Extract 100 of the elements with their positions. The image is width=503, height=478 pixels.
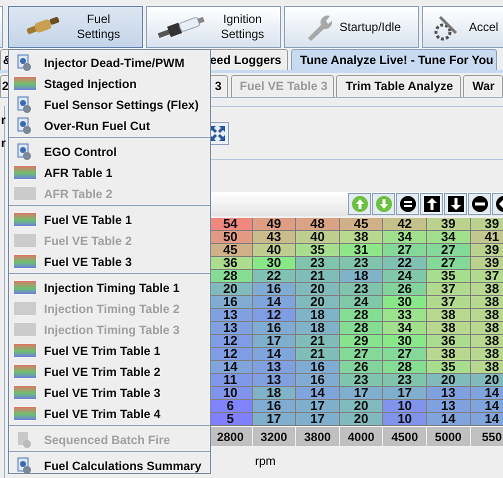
settings-document-icon xyxy=(15,430,33,448)
table-cell: 35 xyxy=(296,244,340,257)
heatmap-icon xyxy=(14,77,36,90)
menu-item[interactable]: Fuel VE Trim Table 1 xyxy=(9,340,210,361)
table-cell: 48 xyxy=(296,218,340,231)
table-cell: 39 xyxy=(426,218,471,231)
toolbar-button[interactable]: Ignition Settings xyxy=(146,6,281,48)
table-cell: 14 xyxy=(252,348,296,361)
table-cell: 30 xyxy=(252,257,296,270)
column-header: 3200 xyxy=(252,426,296,446)
tool-button[interactable] xyxy=(468,193,491,215)
menu-item[interactable]: AFR Table 1 xyxy=(9,162,210,183)
table-cell: 27 xyxy=(426,257,471,270)
table-cell: 49 xyxy=(252,218,296,231)
table-cell: 20 xyxy=(340,400,384,413)
table-cell: 16 xyxy=(296,361,340,374)
table-cell: 37 xyxy=(470,270,503,283)
table-cell: 23 xyxy=(340,283,384,296)
heatmap-icon xyxy=(14,281,36,294)
table-cell: 38 xyxy=(470,335,503,348)
table-cell: 28 xyxy=(340,309,384,322)
heatmap-icon xyxy=(14,365,36,378)
table-cell: 24 xyxy=(383,270,427,283)
table-cell: 34 xyxy=(383,322,427,335)
heatmap-icon xyxy=(14,386,36,399)
table-cell: 27 xyxy=(383,244,427,257)
table-cell: 16 xyxy=(252,322,296,335)
table-cell: 13 xyxy=(426,387,471,400)
table-cell: 38 xyxy=(340,231,384,244)
menu-item[interactable]: Fuel VE Table 3 xyxy=(9,251,210,272)
equals-icon xyxy=(398,195,416,213)
heatmap-icon xyxy=(14,166,36,179)
field-label: r xyxy=(1,137,6,150)
table-cell: 11 xyxy=(209,374,253,387)
table-cell: 38 xyxy=(470,348,503,361)
table-cell: 42 xyxy=(383,218,427,231)
menu-item[interactable]: Fuel VE Trim Table 3 xyxy=(9,382,210,403)
table-cell: 34 xyxy=(383,231,427,244)
toolbar-button[interactable]: Startup/Idle xyxy=(284,6,419,48)
table-cell: 14 xyxy=(252,296,296,309)
table-cell: 18 xyxy=(252,387,296,400)
down-circle-icon xyxy=(374,195,392,213)
table-cell: 20 xyxy=(296,283,340,296)
table-cell: 18 xyxy=(296,322,340,335)
menu-item[interactable]: Fuel Sensor Settings (Flex) xyxy=(9,94,210,115)
table-cell: 12 xyxy=(252,309,296,322)
tool-button[interactable] xyxy=(420,193,443,215)
menu-item[interactable]: Fuel Calculations Summary xyxy=(9,455,210,476)
table-cell: 39 xyxy=(470,244,503,257)
column-header: 4000 xyxy=(340,426,382,446)
table-cell: 38 xyxy=(470,309,503,322)
table-cell: 26 xyxy=(383,283,427,296)
tool-button[interactable] xyxy=(396,193,419,215)
table-cell: 45 xyxy=(340,218,384,231)
table-cell: 27 xyxy=(340,348,384,361)
table-cell: 40 xyxy=(252,244,296,257)
table-cell: 17 xyxy=(296,400,340,413)
table-cell: 38 xyxy=(470,296,503,309)
table-cell: 39 xyxy=(470,218,503,231)
menu-item[interactable]: Fuel VE Trim Table 2 xyxy=(9,361,210,382)
tab[interactable]: Tune Analyze Live! - Tune For You xyxy=(291,49,497,70)
menu-item[interactable]: Fuel VE Table 1 xyxy=(9,209,210,230)
table-cell: 28 xyxy=(209,270,253,283)
table-cell: 21 xyxy=(296,348,340,361)
table-cell: 36 xyxy=(209,257,253,270)
table-cell: 10 xyxy=(383,413,427,426)
table-cell: 24 xyxy=(340,296,384,309)
table-cell: 38 xyxy=(470,361,503,374)
table-cell: 27 xyxy=(383,348,427,361)
toolbar-button[interactable]: Fuel Settings xyxy=(8,6,143,48)
column-header: 3800 xyxy=(296,426,339,446)
tab[interactable]: Trim Table Analyze xyxy=(336,75,462,97)
table-cell: 18 xyxy=(296,309,340,322)
table-cell: 37 xyxy=(426,296,471,309)
table-cell: 5 xyxy=(209,413,253,426)
toolbar-button[interactable]: Accel xyxy=(422,6,503,48)
table-cell: 30 xyxy=(383,296,427,309)
menu-item[interactable]: Fuel VE Trim Table 4 xyxy=(9,403,210,424)
table-cell: 12 xyxy=(209,335,253,348)
table-cell: 16 xyxy=(296,374,340,387)
menu-item[interactable]: Over-Run Fuel Cut xyxy=(9,115,210,136)
menu-item[interactable]: Staged Injection xyxy=(9,73,210,94)
heatmap-icon xyxy=(14,234,36,247)
axis-label: rpm xyxy=(255,454,276,468)
table-cell: 33 xyxy=(383,309,427,322)
table-cell: 12 xyxy=(209,348,253,361)
table-cell: 38 xyxy=(470,283,503,296)
up-circle-icon xyxy=(350,195,368,213)
menu-item[interactable]: EGO Control xyxy=(9,141,210,162)
table-cell: 14 xyxy=(296,387,340,400)
table-cell: 40 xyxy=(296,231,340,244)
tool-button[interactable] xyxy=(444,193,467,215)
tab[interactable]: War xyxy=(463,75,503,97)
table-cell: 10 xyxy=(209,387,253,400)
table-cell: 17 xyxy=(296,413,340,426)
table-cell: 14 xyxy=(470,387,503,400)
menu-item[interactable]: Injection Timing Table 1 xyxy=(9,277,210,298)
minus-icon xyxy=(470,195,488,213)
column-header: 5000 xyxy=(426,426,470,446)
settings-document-icon xyxy=(15,142,33,160)
